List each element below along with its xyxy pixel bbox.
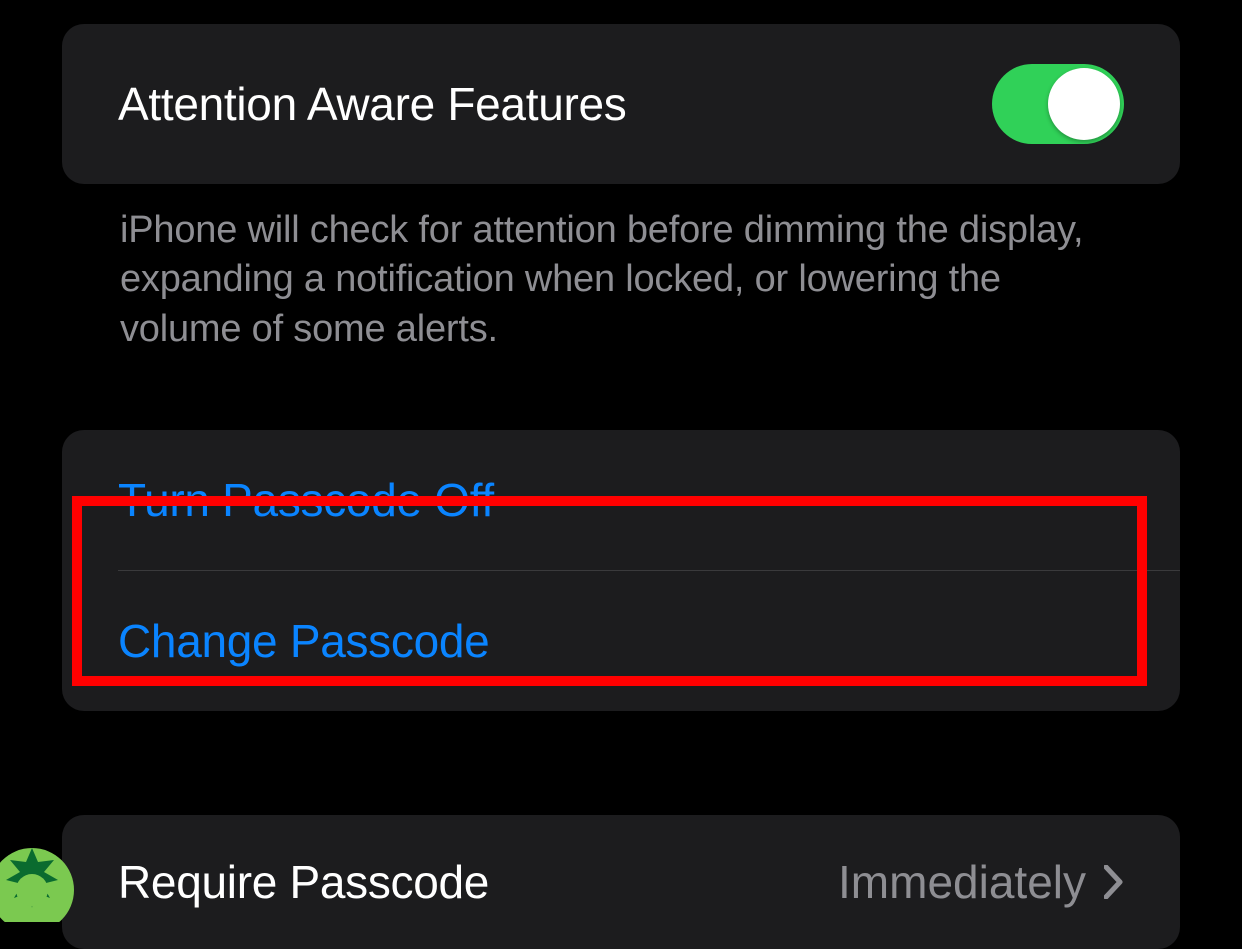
attention-aware-row[interactable]: Attention Aware Features [62, 24, 1180, 184]
toggle-knob [1048, 68, 1120, 140]
require-passcode-row[interactable]: Require Passcode Immediately [62, 815, 1180, 949]
logo-decoration [0, 842, 80, 922]
section-spacer [62, 711, 1180, 815]
attention-aware-footer: iPhone will check for attention before d… [62, 184, 1180, 354]
turn-passcode-off-label: Turn Passcode Off [118, 473, 494, 527]
change-passcode-row[interactable]: Change Passcode [62, 571, 1180, 711]
change-passcode-label: Change Passcode [118, 614, 489, 668]
attention-aware-section: Attention Aware Features [62, 24, 1180, 184]
chevron-right-icon [1104, 865, 1124, 899]
require-passcode-value-container: Immediately [838, 855, 1124, 909]
settings-screen: Attention Aware Features iPhone will che… [0, 0, 1242, 949]
passcode-actions-section: Turn Passcode Off Change Passcode [62, 430, 1180, 711]
require-passcode-value: Immediately [838, 855, 1086, 909]
attention-aware-toggle[interactable] [992, 64, 1124, 144]
section-spacer [62, 354, 1180, 430]
turn-passcode-off-row[interactable]: Turn Passcode Off [62, 430, 1180, 570]
attention-aware-label: Attention Aware Features [118, 77, 626, 131]
require-passcode-section: Require Passcode Immediately [62, 815, 1180, 949]
require-passcode-label: Require Passcode [118, 855, 489, 909]
